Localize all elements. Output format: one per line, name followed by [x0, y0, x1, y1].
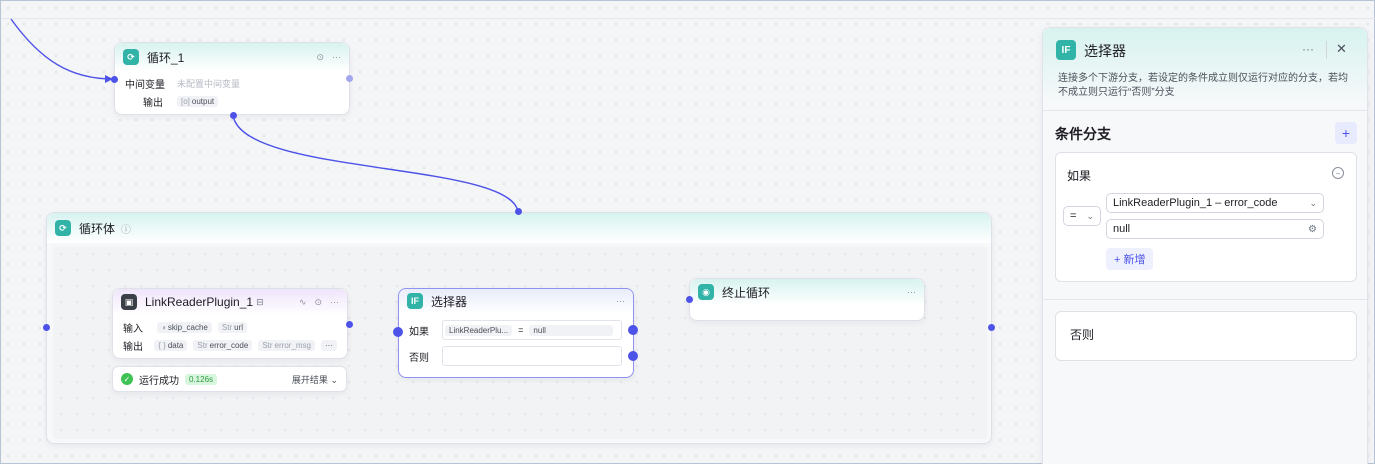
stop-node-title: 终止循环: [722, 285, 771, 300]
if-label: 如果: [409, 326, 429, 338]
loop-output-port[interactable]: [346, 75, 353, 82]
if-condition[interactable]: LinkReaderPlu... = null: [442, 320, 622, 340]
loop-node[interactable]: ⟳ 循环_1 ⊙ ··· 中间变量 未配置中间变量 输出 [o] output: [114, 42, 350, 115]
input-tag-skip-cache: ◑ skip_cache: [157, 321, 212, 333]
run-time-badge: 0.126s: [185, 373, 218, 385]
chevron-down-icon: ⌄: [330, 374, 338, 385]
more-icon[interactable]: ···: [332, 52, 341, 63]
plugin-badge-icon: ⊟: [256, 296, 264, 307]
plugin-icon: ▣: [121, 294, 137, 310]
run-status-label: 运行成功: [139, 375, 179, 387]
plugin-node[interactable]: ▣ LinkReaderPlugin_1 ⊟ ∿ ⊙ ··· 输入 ◑ skip_ca…: [112, 288, 348, 359]
chevron-down-icon: ⌄: [1309, 197, 1317, 208]
panel-divider: [1043, 299, 1367, 300]
selector-panel: IF 选择器 ··· ✕ 连接多个下游分支，若设定的条件成立则仅运行对应的分支，…: [1042, 27, 1368, 464]
selector-node-title: 选择器: [431, 294, 468, 309]
stop-loop-node[interactable]: ◉ 终止循环 ···: [689, 278, 925, 321]
loop-node-title: 循环_1: [147, 50, 185, 65]
output-tag: [o] output: [177, 95, 219, 107]
right-operand-input[interactable]: null ⚙: [1106, 219, 1324, 239]
panel-if-icon: IF: [1056, 40, 1076, 60]
stop-input-port[interactable]: [686, 296, 693, 303]
edge-loop-to-body: [232, 114, 519, 213]
edge-incoming-loop: [10, 18, 114, 80]
if-left-operand: LinkReaderPlu...: [445, 324, 513, 336]
more-icon[interactable]: ···: [616, 296, 625, 306]
panel-divider: [1326, 41, 1327, 59]
var-placeholder: 未配置中间变量: [177, 78, 241, 89]
selector-node[interactable]: IF 选择器 ··· 如果 LinkReaderPlu... = null 否则: [398, 288, 634, 378]
expand-results-button[interactable]: 展开结果 ⌄: [292, 373, 338, 386]
if-right-operand: null: [529, 324, 613, 336]
else-label: 否则: [409, 352, 429, 364]
remove-branch-icon[interactable]: −: [1332, 167, 1344, 179]
loop-body-port[interactable]: [230, 112, 237, 119]
if-operator: =: [518, 325, 524, 335]
panel-title: 选择器: [1084, 43, 1126, 59]
more-icon[interactable]: ···: [907, 287, 916, 297]
body-left-port[interactable]: [43, 324, 50, 331]
else-branch-label: 否则: [1070, 328, 1095, 342]
body-top-port[interactable]: [515, 208, 522, 215]
loop-input-port[interactable]: [111, 76, 118, 83]
else-condition[interactable]: [442, 346, 622, 366]
info-icon[interactable]: ⓘ: [121, 221, 131, 236]
if-icon: IF: [407, 293, 423, 309]
link-icon[interactable]: ∿: [299, 297, 307, 308]
selector-if-port[interactable]: [628, 325, 638, 335]
panel-divider: [1043, 110, 1367, 111]
selector-input-port[interactable]: [393, 327, 403, 337]
more-icon[interactable]: ···: [1302, 42, 1314, 56]
add-branch-button[interactable]: +: [1335, 122, 1357, 144]
section-title: 条件分支: [1055, 126, 1111, 142]
close-icon[interactable]: ✕: [1336, 41, 1347, 57]
selector-else-port[interactable]: [628, 351, 638, 361]
plugin-node-title: LinkReaderPlugin_1: [145, 295, 254, 309]
success-icon: ✓: [121, 373, 133, 385]
add-condition-button[interactable]: + 新增: [1106, 248, 1154, 270]
loop-icon: ⟳: [123, 49, 139, 65]
output-tag-error-code: Str error_code: [193, 339, 253, 351]
else-branch-card: 否则: [1055, 311, 1357, 361]
body-right-port[interactable]: [988, 324, 995, 331]
if-branch-card: 如果 − = ⌄ LinkReaderPlugin_1 – error_code ⌄…: [1055, 152, 1357, 282]
output-tag-data: { } data: [154, 339, 188, 351]
left-operand-select[interactable]: LinkReaderPlugin_1 – error_code ⌄: [1106, 193, 1324, 213]
input-tag-url: Str url: [217, 321, 247, 333]
run-node-icon[interactable]: ⊙: [316, 52, 324, 63]
settings-icon: ⚙: [1308, 223, 1317, 235]
output-tag-error-msg: Str error_msg: [258, 339, 315, 351]
loop-body-icon: ⟳: [55, 220, 71, 236]
loop-body-title: 循环体: [79, 221, 116, 236]
more-tags-button[interactable]: ···: [321, 339, 337, 351]
if-branch-label: 如果: [1067, 169, 1092, 183]
plugin-output-port[interactable]: [346, 321, 353, 328]
stop-icon: ◉: [698, 284, 714, 300]
output-label: 输出: [143, 97, 163, 109]
output-label: 输出: [123, 341, 143, 353]
chevron-down-icon: ⌄: [1086, 210, 1094, 221]
var-label: 中间变量: [125, 79, 165, 91]
input-label: 输入: [123, 323, 143, 335]
canvas-top-border: [1, 1, 1375, 19]
run-node-icon[interactable]: ⊙: [314, 297, 322, 308]
operator-select[interactable]: = ⌄: [1063, 206, 1101, 226]
more-icon[interactable]: ···: [330, 297, 339, 308]
panel-description: 连接多个下游分支，若设定的条件成立则仅运行对应的分支，若均不成立则只运行“否则”…: [1058, 73, 1348, 98]
run-status-bar: ✓ 运行成功 0.126s 展开结果 ⌄: [112, 366, 347, 392]
